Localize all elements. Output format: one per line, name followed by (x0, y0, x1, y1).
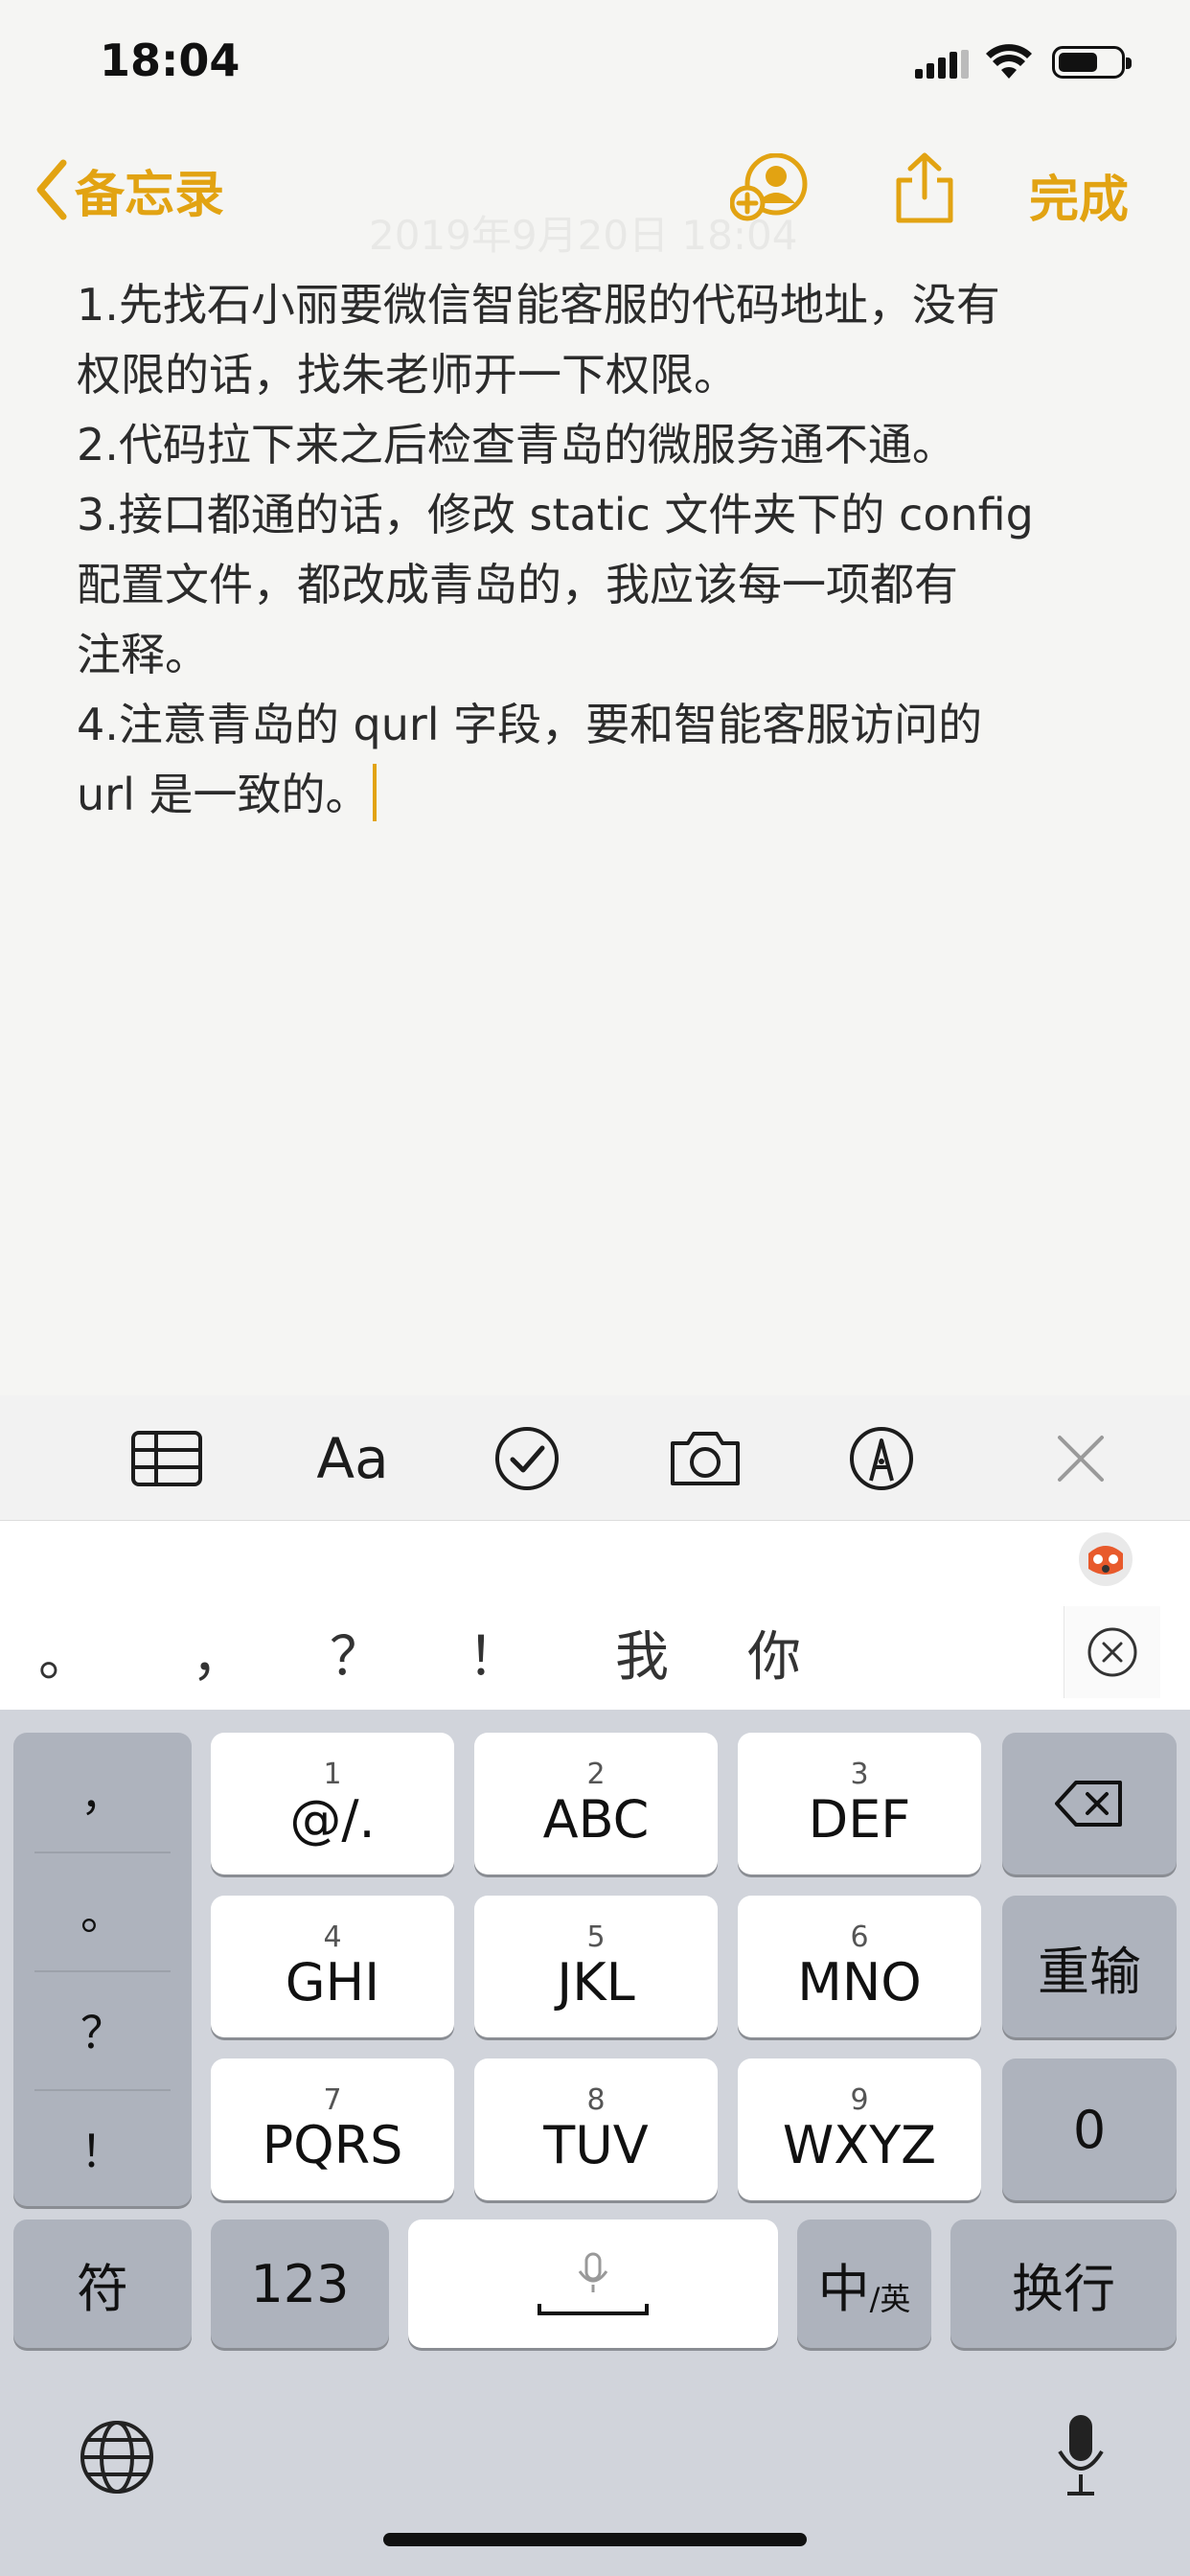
key-label: 中 (817, 2258, 870, 2319)
home-indicator (383, 2533, 807, 2546)
zero-key[interactable]: 0 (1002, 2058, 1177, 2200)
add-person-icon[interactable] (730, 153, 812, 222)
key-sublabel: /英 (869, 2281, 911, 2317)
key-number: 8 (586, 2083, 606, 2117)
key-label: 重输 (1038, 1941, 1141, 2002)
backspace-icon (1055, 1781, 1122, 1827)
note-line: 1.先找石小丽要微信智能客服的代码地址，没有 (77, 279, 1000, 331)
reenter-key[interactable]: 重输 (1002, 1896, 1177, 2037)
candidate-item[interactable]: 我 (615, 1614, 669, 1691)
note-line: 2.代码拉下来之后检查青岛的微服务通不通。 (77, 419, 956, 471)
key-9[interactable]: 9 WXYZ (738, 2058, 981, 2200)
key-label: @/. (289, 1789, 376, 1850)
key-6[interactable]: 6 MNO (738, 1896, 981, 2037)
text-style-button[interactable]: Aa (312, 1418, 393, 1499)
key-1[interactable]: 1 @/. (211, 1733, 454, 1874)
note-line: url 是一致的。 (77, 769, 370, 820)
battery-icon (1052, 46, 1132, 79)
candidate-item[interactable]: ！ (468, 1614, 521, 1691)
key-label: MNO (797, 1952, 922, 2012)
keyboard: ， 。 ？ ！ 1 @/. 2 ABC 3 DEF 4 GHI 5 JKL 6 … (0, 1710, 1190, 2576)
candidate-item[interactable]: 。 (38, 1614, 92, 1691)
key-label: WXYZ (782, 2115, 937, 2175)
wifi-icon (986, 44, 1032, 79)
candidate-item[interactable]: 你 (747, 1614, 801, 1691)
checklist-icon[interactable] (487, 1418, 567, 1499)
newline-key[interactable]: 换行 (950, 2220, 1177, 2348)
key-label: GHI (285, 1952, 380, 2012)
punct-key[interactable]: ？ (13, 1970, 192, 2089)
punctuation-column[interactable]: ， 。 ？ ！ (13, 1733, 192, 2206)
punct-key[interactable]: ！ (13, 2089, 192, 2208)
key-3[interactable]: 3 DEF (738, 1733, 981, 1874)
close-circle-icon (1087, 1627, 1137, 1677)
key-number: 9 (850, 2083, 869, 2117)
keyboard-app-logo-icon[interactable] (1077, 1530, 1134, 1588)
key-5[interactable]: 5 JKL (474, 1896, 718, 2037)
key-label: 符 (77, 2258, 128, 2319)
note-line: 权限的话，找朱老师开一下权限。 (77, 349, 738, 401)
delete-key[interactable] (1002, 1733, 1177, 1874)
key-number: 6 (850, 1920, 869, 1954)
note-line: 注释。 (77, 629, 209, 680)
key-label: TUV (543, 2115, 649, 2175)
space-key[interactable] (408, 2220, 778, 2348)
key-label: PQRS (262, 2115, 403, 2175)
key-2[interactable]: 2 ABC (474, 1733, 718, 1874)
markup-pen-icon[interactable] (841, 1418, 922, 1499)
key-number: 1 (323, 1758, 342, 1791)
key-label: ABC (542, 1789, 650, 1850)
key-number: 5 (586, 1920, 606, 1954)
key-number: 4 (323, 1920, 342, 1954)
candidate-item[interactable]: ， (192, 1614, 245, 1691)
numbers-key[interactable]: 123 (211, 2220, 389, 2348)
back-button[interactable]: 备忘录 (34, 153, 224, 226)
text-caret (373, 764, 378, 821)
status-bar: 18:04 (0, 0, 1190, 125)
table-icon[interactable] (126, 1418, 207, 1499)
note-text-area[interactable]: 1.先找石小丽要微信智能客服的代码地址，没有 权限的话，找朱老师开一下权限。 2… (77, 270, 1131, 830)
key-8[interactable]: 8 TUV (474, 2058, 718, 2200)
input-composition-bar (0, 1520, 1190, 1596)
format-toolbar: Aa (0, 1395, 1190, 1520)
note-line: 配置文件，都改成青岛的，我应该每一项都有 (77, 559, 958, 610)
punct-key[interactable]: 。 (13, 1852, 192, 1970)
note-line-last: url 是一致的。 (77, 760, 1131, 830)
key-label: 0 (1072, 2099, 1107, 2160)
close-toolbar-icon[interactable] (1041, 1418, 1121, 1499)
cellular-signal-icon (915, 50, 969, 79)
microphone-icon[interactable] (1052, 2411, 1110, 2497)
clear-candidates-button[interactable] (1064, 1606, 1160, 1698)
key-7[interactable]: 7 PQRS (211, 2058, 454, 2200)
key-label: 123 (250, 2253, 350, 2314)
space-mic-icon (538, 2252, 649, 2315)
key-label: DEF (808, 1789, 911, 1850)
note-line: 3.接口都通的话，修改 static 文件夹下的 config (77, 489, 1034, 540)
punct-key[interactable]: ， (13, 1733, 192, 1852)
key-number: 3 (850, 1758, 869, 1791)
key-label: 换行 (1012, 2258, 1115, 2319)
key-number: 2 (586, 1758, 606, 1791)
candidate-item[interactable]: ？ (330, 1614, 383, 1691)
note-line: 4.注意青岛的 qurl 字段，要和智能客服访问的 (77, 699, 983, 750)
status-time: 18:04 (100, 34, 240, 86)
key-4[interactable]: 4 GHI (211, 1896, 454, 2037)
back-label: 备忘录 (75, 166, 225, 224)
share-icon[interactable] (891, 150, 958, 226)
symbols-key[interactable]: 符 (13, 2220, 192, 2348)
chevron-left-icon (36, 159, 67, 220)
globe-icon[interactable] (79, 2419, 155, 2496)
done-button[interactable]: 完成 (1029, 159, 1129, 231)
key-label: JKL (557, 1952, 635, 2012)
camera-icon[interactable] (665, 1418, 745, 1499)
language-switch-key[interactable]: 中 /英 (797, 2220, 931, 2348)
candidate-bar: 。 ， ？ ！ 我 你 (0, 1595, 1190, 1710)
key-number: 7 (323, 2083, 342, 2117)
